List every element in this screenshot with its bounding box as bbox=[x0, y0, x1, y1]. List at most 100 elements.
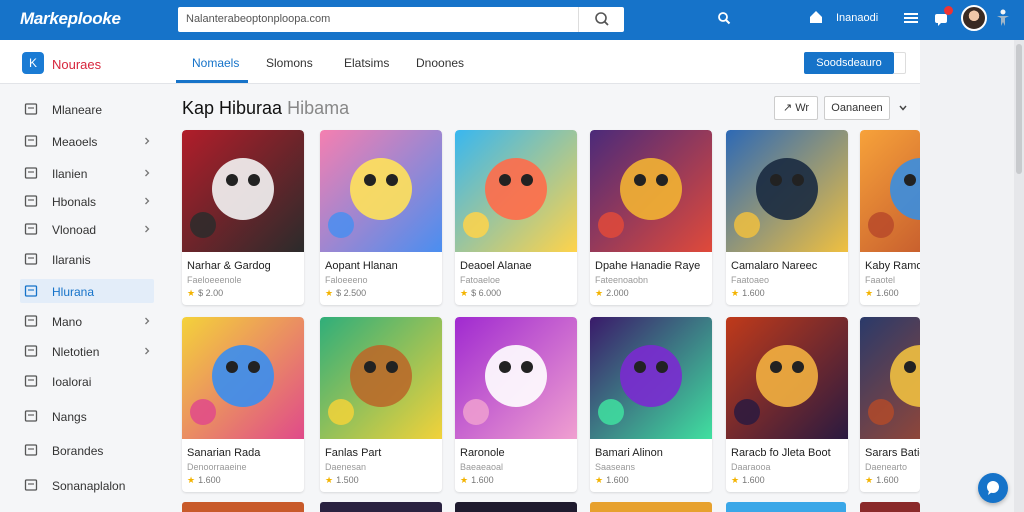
app-card-title[interactable]: Bamari Alinon bbox=[595, 447, 663, 459]
chevron-right-icon[interactable] bbox=[142, 316, 152, 326]
chevron-right-icon[interactable] bbox=[142, 196, 152, 206]
app-card-title[interactable]: Camalaro Nareec bbox=[731, 260, 817, 272]
accessibility-icon[interactable] bbox=[994, 8, 1012, 28]
search-icon bbox=[595, 12, 609, 26]
search-button[interactable] bbox=[578, 7, 624, 32]
app-card-title[interactable]: Deaoel Alanae bbox=[460, 260, 532, 272]
app-card[interactable]: Raronole Baeaeaoal ★ 1.600 bbox=[455, 317, 577, 492]
sidebar-item-label: Sonanaplalon bbox=[52, 479, 126, 493]
app-card[interactable]: Bamari Alinon Saaseans ★ 1.600 bbox=[590, 317, 712, 492]
sidebar-item-ilanien[interactable]: Ilanien bbox=[20, 161, 154, 185]
app-card[interactable]: Camalaro Nareec Faatoaeo ★ 1.600 bbox=[726, 130, 848, 305]
star-icon: ★ bbox=[731, 288, 740, 298]
search-input-value[interactable]: Nalanterabeoptonploopa.com bbox=[186, 13, 330, 25]
avatar[interactable] bbox=[961, 5, 987, 31]
app-thumbnail[interactable] bbox=[182, 130, 304, 252]
chevron-right-icon[interactable] bbox=[142, 136, 152, 146]
search-input[interactable]: Nalanterabeoptonploopa.com bbox=[178, 7, 624, 32]
app-card[interactable]: Fanlas Part Daenesan ★ 1.500 bbox=[320, 317, 442, 492]
app-card-title[interactable]: Aopant Hlanan bbox=[325, 260, 398, 272]
search-icon[interactable] bbox=[716, 10, 732, 26]
hamburger-menu-icon[interactable] bbox=[902, 9, 920, 27]
app-card-rating-value: 1.600 bbox=[198, 475, 221, 485]
circle-icon bbox=[24, 410, 38, 422]
section-header-bar: K Nouraes Nomaels Slomons Elatsims Dnoon… bbox=[0, 40, 920, 84]
app-card[interactable]: Kaby Ramona Faaotel ★1.600 bbox=[860, 130, 920, 305]
chevron-right-icon[interactable] bbox=[142, 168, 152, 178]
star-icon: ★ bbox=[460, 288, 469, 298]
card-thumbnail-partial[interactable] bbox=[455, 502, 577, 512]
app-card[interactable]: Aopant Hlanan Faloeeeno ★ $ 2.500 bbox=[320, 130, 442, 305]
primary-action-button[interactable]: Soodsdeauro bbox=[804, 52, 894, 74]
scrollbar-thumb[interactable] bbox=[1016, 44, 1022, 174]
app-card[interactable]: Sarars Batie Daenearto ★ 1.600 bbox=[860, 317, 920, 492]
sidebar-item-nletotien[interactable]: Nletotien bbox=[20, 339, 154, 363]
app-thumbnail[interactable] bbox=[455, 130, 577, 252]
app-card-title[interactable]: Sarars Batie bbox=[865, 447, 920, 459]
app-card[interactable]: Sanarian Rada Denoorraaeine ★ 1.600 bbox=[182, 317, 304, 492]
app-card-title[interactable]: Narhar & Gardog bbox=[187, 260, 271, 272]
sort-select[interactable]: Oananeen bbox=[824, 96, 890, 120]
card-thumbnail-partial[interactable] bbox=[320, 502, 442, 512]
app-thumbnail[interactable] bbox=[726, 130, 848, 252]
app-card-rating: ★ 1.600 bbox=[460, 475, 494, 486]
app-card-title[interactable]: Fanlas Part bbox=[325, 447, 381, 459]
app-thumbnail[interactable] bbox=[182, 317, 304, 439]
app-thumbnail[interactable] bbox=[590, 130, 712, 252]
primary-action-dropdown-button[interactable] bbox=[894, 52, 906, 74]
sidebar-item-mlaneare[interactable]: Mlaneare bbox=[20, 97, 154, 121]
sidebar-item-label: Meaoels bbox=[52, 135, 98, 149]
user-name[interactable]: Inanaodi bbox=[836, 12, 878, 24]
sort-button[interactable]: ↗ Wr bbox=[774, 96, 818, 120]
app-card[interactable]: Deaoel Alanae Fatoaeloe ★ $ 6.000 bbox=[455, 130, 577, 305]
document-icon bbox=[24, 253, 38, 265]
tab-dnoones[interactable]: Dnoones bbox=[416, 56, 464, 70]
card-thumbnail-partial[interactable] bbox=[860, 502, 920, 512]
app-thumbnail[interactable] bbox=[320, 317, 442, 439]
app-card-title[interactable]: Raronole bbox=[460, 447, 505, 459]
sidebar-item-mano[interactable]: Mano bbox=[20, 309, 154, 333]
app-thumbnail[interactable] bbox=[590, 317, 712, 439]
sidebar-item-meaoels[interactable]: Meaoels bbox=[20, 129, 154, 153]
sidebar-item-ioalorai[interactable]: Ioalorai bbox=[20, 369, 154, 393]
app-logo[interactable]: Markeplooke bbox=[20, 9, 121, 29]
app-card-rating-value: $ 2.500 bbox=[336, 288, 367, 298]
app-thumbnail[interactable] bbox=[860, 317, 920, 439]
app-thumbnail[interactable] bbox=[860, 130, 920, 252]
tab-slomons[interactable]: Slomons bbox=[266, 56, 313, 70]
sidebar-item-hlurana[interactable]: Hlurana bbox=[20, 279, 154, 303]
card-thumbnail-partial[interactable] bbox=[590, 502, 712, 512]
grid-icon bbox=[24, 195, 38, 207]
star-icon: ★ bbox=[187, 475, 196, 485]
sidebar-item-label: Nangs bbox=[52, 410, 87, 424]
sidebar-item-ilaranis[interactable]: Ilaranis bbox=[20, 247, 154, 271]
chevron-right-icon[interactable] bbox=[142, 346, 152, 356]
sidebar-item-sonanaplalon[interactable]: Sonanaplalon bbox=[20, 473, 154, 497]
floating-action-button[interactable] bbox=[978, 473, 1008, 503]
card-thumbnail-partial[interactable] bbox=[182, 502, 304, 512]
app-thumbnail[interactable] bbox=[455, 317, 577, 439]
sidebar-item-nangs[interactable]: Nangs bbox=[20, 404, 154, 428]
tab-elatsims[interactable]: Elatsims bbox=[344, 56, 389, 70]
sidebar-item-hbonals[interactable]: Hbonals bbox=[20, 189, 154, 213]
app-card-title[interactable]: Dpahe Hanadie Raye bbox=[595, 260, 700, 272]
app-card-title[interactable]: Kaby Ramona bbox=[865, 260, 920, 272]
sidebar-item-label: Hlurana bbox=[52, 285, 95, 299]
app-thumbnail[interactable] bbox=[320, 130, 442, 252]
app-card[interactable]: Raracb fo Jleta Boot Daaraooa ★ 1.600 bbox=[726, 317, 848, 492]
section-badge-icon: K bbox=[22, 52, 44, 74]
chevron-down-icon[interactable] bbox=[898, 103, 908, 113]
app-card[interactable]: Narhar & Gardog Faeloeeenole ★ $ 2.00 bbox=[182, 130, 304, 305]
app-card[interactable]: Dpahe Hanadie Raye Fateenoaobn ★ 2.000 bbox=[590, 130, 712, 305]
app-card-rating-value: 1.600 bbox=[471, 475, 494, 485]
tab-nomaels[interactable]: Nomaels bbox=[192, 56, 239, 70]
home-icon[interactable] bbox=[808, 9, 824, 25]
star-icon: ★ bbox=[865, 475, 874, 485]
app-card-title[interactable]: Raracb fo Jleta Boot bbox=[731, 447, 831, 459]
sidebar-item-borandes[interactable]: Borandes bbox=[20, 438, 154, 462]
card-thumbnail-partial[interactable] bbox=[726, 502, 846, 512]
sidebar-item-vlonoad[interactable]: Vlonoad bbox=[20, 217, 154, 241]
app-thumbnail[interactable] bbox=[726, 317, 848, 439]
chevron-right-icon[interactable] bbox=[142, 224, 152, 234]
app-card-title[interactable]: Sanarian Rada bbox=[187, 447, 260, 459]
